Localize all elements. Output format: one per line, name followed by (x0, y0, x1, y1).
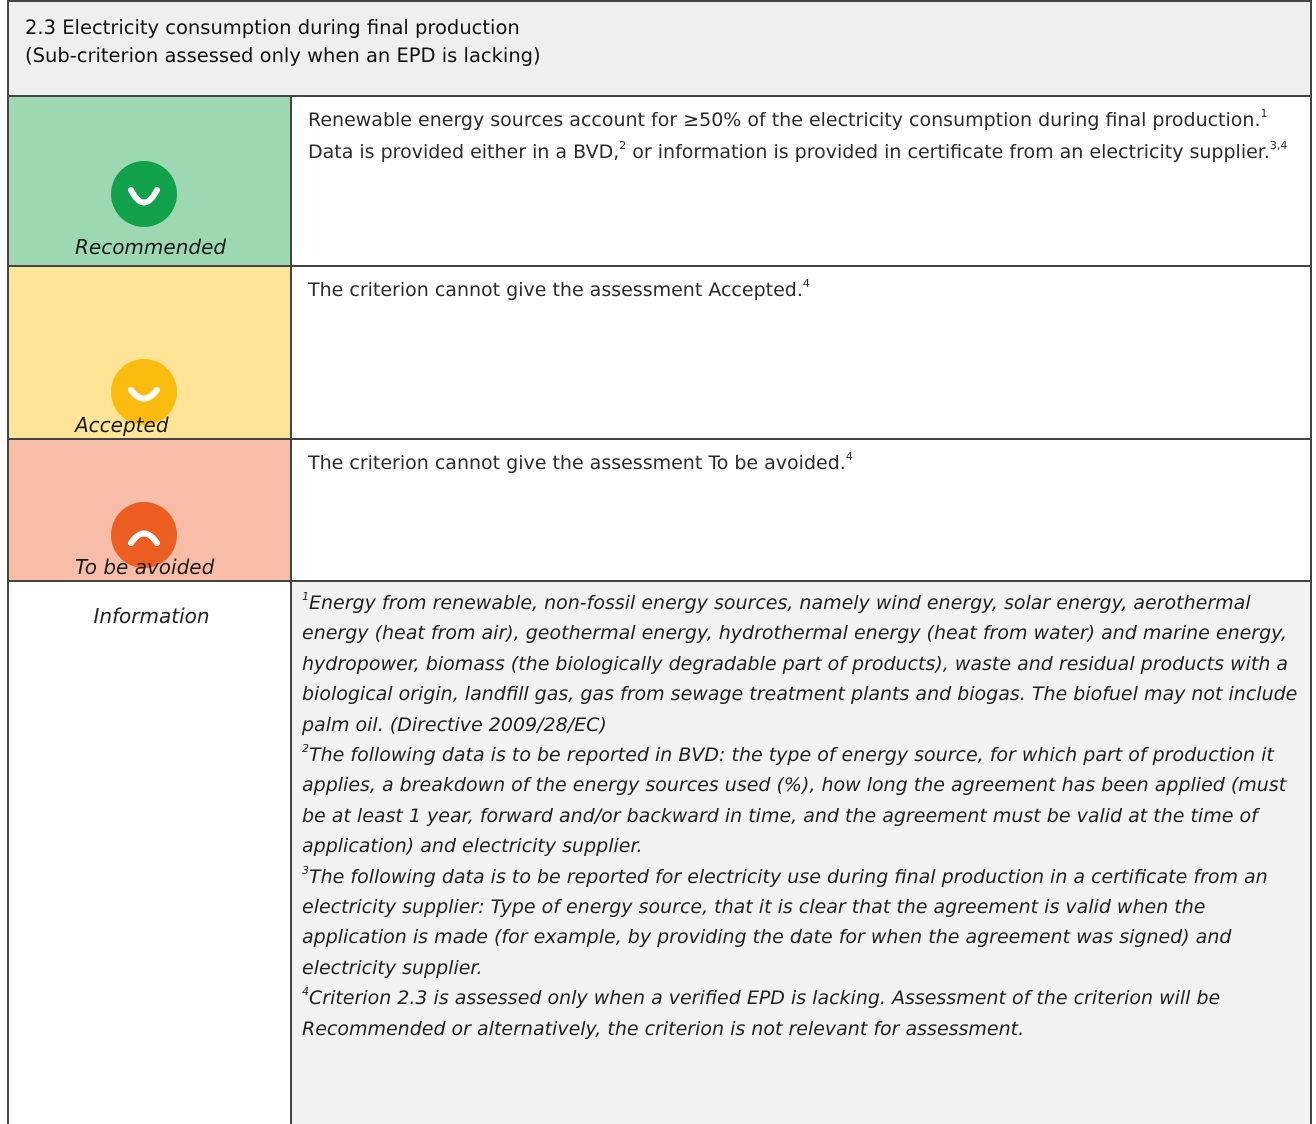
information-footnotes: 1Energy from renewable, non-fossil energ… (290, 580, 1312, 1124)
criterion-subtitle: (Sub-criterion assessed only when an EPD… (25, 44, 541, 67)
information-label-cell: Information (7, 580, 292, 1124)
footnote: 1Energy from renewable, non-fossil energ… (302, 590, 1298, 736)
information-row: Information 1Energy from renewable, non-… (7, 580, 1312, 1124)
criterion-header: 2.3 Electricity consumption during final… (7, 0, 1312, 97)
accepted-row: Accepted The criterion cannot give the a… (7, 265, 1312, 440)
footnote-ref: 4 (845, 450, 853, 463)
avoided-description: The criterion cannot give the assessment… (290, 438, 1312, 582)
criterion-title: 2.3 Electricity consumption during final… (25, 16, 520, 39)
recommended-description: Renewable energy sources account for ≥50… (290, 95, 1312, 267)
recommended-rating-cell: Recommended (7, 95, 292, 267)
recommended-label: Recommended (75, 235, 227, 259)
footnote-number: 1 (302, 590, 309, 603)
avoided-row: To be avoided The criterion cannot give … (7, 438, 1312, 582)
footnote-ref: 1 (1260, 107, 1268, 120)
footnote-ref: 3,4 (1269, 138, 1288, 152)
footnote: 4Criterion 2.3 is assessed only when a v… (302, 985, 1221, 1040)
accepted-description: The criterion cannot give the assessment… (290, 265, 1312, 440)
recommended-row: Recommended Renewable energy sources acc… (7, 95, 1312, 267)
footnote: 3The following data is to be reported fo… (302, 863, 1268, 979)
accepted-label: Accepted (75, 413, 169, 437)
footnote: 2The following data is to be reported in… (302, 742, 1287, 858)
footnote-number: 4 (302, 985, 309, 999)
footnote-number: 2 (302, 742, 309, 756)
footnote-ref: 4 (802, 277, 810, 290)
accepted-rating-cell: Accepted (7, 265, 292, 440)
footnote-number: 3 (302, 863, 309, 877)
avoided-rating-cell: To be avoided (7, 438, 292, 582)
smiley-happy-icon (111, 161, 177, 227)
information-label: Information (93, 604, 210, 628)
avoided-label: To be avoided (75, 555, 215, 579)
